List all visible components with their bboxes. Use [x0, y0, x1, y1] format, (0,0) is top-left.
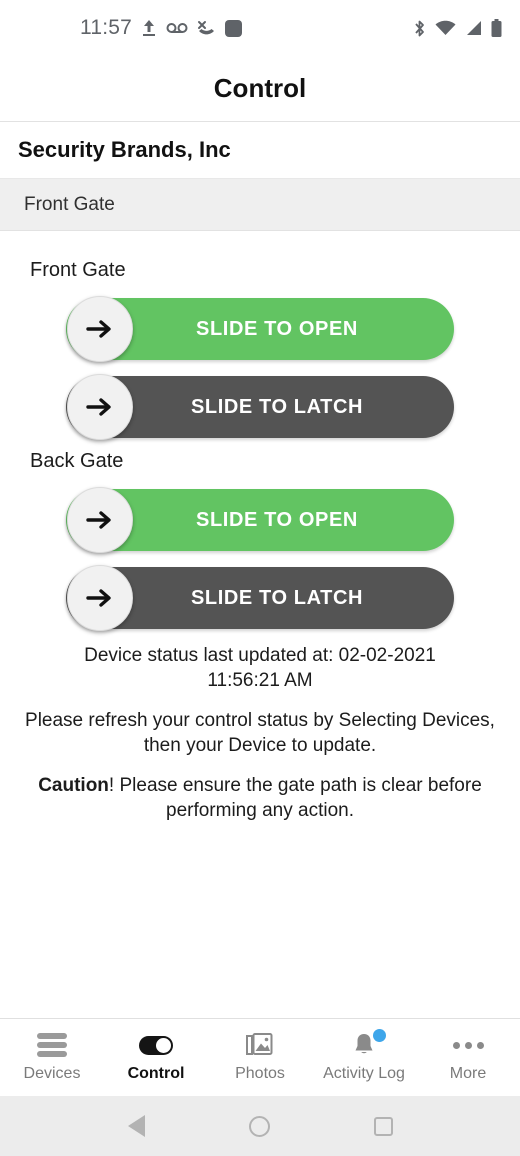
- section-band-label: Front Gate: [24, 193, 115, 215]
- refresh-note: Please refresh your control status by Se…: [25, 709, 495, 757]
- slide-to-open-back[interactable]: SLIDE TO OPEN: [66, 487, 454, 553]
- caution-note: Caution! Please ensure the gate path is …: [16, 773, 504, 824]
- android-nav-bar: [0, 1096, 520, 1156]
- slider-knob[interactable]: [67, 565, 133, 631]
- wifi-icon: [435, 20, 456, 35]
- slide-to-latch-back[interactable]: SLIDE TO LATCH: [66, 565, 454, 631]
- slider-label: SLIDE TO OPEN: [196, 317, 358, 340]
- back-triangle-icon[interactable]: [127, 1115, 145, 1137]
- company-name: Security Brands, Inc: [18, 137, 231, 162]
- status-bar-clock: 11:57: [80, 16, 132, 39]
- slider-row: SLIDE TO OPEN: [0, 296, 520, 362]
- status-updated-line-2: 11:56:21 AM: [207, 670, 313, 692]
- battery-icon: [491, 18, 502, 37]
- slider-label: SLIDE TO LATCH: [190, 586, 364, 609]
- app-title-bar: Control: [0, 56, 520, 122]
- caution-rest: ! Please ensure the gate path is clear b…: [108, 774, 482, 822]
- arrow-right-icon: [86, 320, 111, 338]
- status-bar-left: 11:57: [18, 16, 242, 40]
- tab-activity-log[interactable]: Activity Log: [312, 1019, 416, 1096]
- slider-knob[interactable]: [67, 487, 133, 553]
- tab-photos[interactable]: Photos: [208, 1019, 312, 1096]
- tab-devices[interactable]: Devices: [0, 1019, 104, 1096]
- photos-icon: [246, 1032, 274, 1058]
- missed-call-icon: [198, 21, 214, 35]
- bottom-tab-bar: Devices Control Photos Activity Log More: [0, 1018, 520, 1096]
- slider-row: SLIDE TO LATCH: [0, 565, 520, 631]
- gate-label-back: Back Gate: [30, 450, 124, 472]
- status-updated-line-1: Device status last updated at: 02-02-202…: [84, 645, 436, 666]
- upload-icon: [143, 20, 155, 36]
- recents-square-icon[interactable]: [373, 1116, 393, 1136]
- arrow-right-icon: [86, 589, 111, 607]
- cellular-signal-icon: [467, 21, 481, 35]
- notification-badge: [373, 1029, 386, 1042]
- gate-label-front: Front Gate: [30, 259, 126, 281]
- slider-row: SLIDE TO LATCH: [0, 374, 520, 440]
- section-band[interactable]: Front Gate: [0, 179, 520, 231]
- slide-to-latch-front[interactable]: SLIDE TO LATCH: [66, 374, 454, 440]
- status-bar: 11:57: [0, 0, 520, 56]
- info-section: Device status last updated at: 02-02-202…: [0, 629, 520, 824]
- app-square-icon: [225, 19, 242, 37]
- ellipsis-icon: [452, 1032, 484, 1058]
- tab-control[interactable]: Control: [104, 1019, 208, 1096]
- slider-knob[interactable]: [67, 296, 133, 362]
- stacked-bars-icon: [37, 1032, 67, 1058]
- bell-icon: [351, 1029, 386, 1058]
- slider-label: SLIDE TO OPEN: [196, 508, 358, 531]
- page-title: Control: [213, 73, 307, 103]
- caution-word: Caution: [38, 774, 109, 796]
- home-circle-icon[interactable]: [248, 1115, 270, 1137]
- tab-label: Control: [127, 1065, 185, 1082]
- tab-label: Activity Log: [323, 1065, 405, 1082]
- voicemail-icon: [166, 23, 188, 33]
- tab-label: Photos: [235, 1065, 285, 1082]
- bluetooth-icon: [415, 20, 424, 36]
- control-content: Front Gate SLIDE TO OPEN SLIDE TO LATCH …: [0, 231, 520, 1018]
- slider-row: SLIDE TO OPEN: [0, 487, 520, 553]
- slider-knob[interactable]: [67, 374, 133, 440]
- company-header: Security Brands, Inc: [0, 122, 520, 179]
- arrow-right-icon: [86, 398, 111, 416]
- arrow-right-icon: [86, 511, 111, 529]
- slide-to-open-front[interactable]: SLIDE TO OPEN: [66, 296, 454, 362]
- tab-label: Devices: [23, 1065, 81, 1082]
- status-bar-right: [413, 18, 502, 38]
- phone-screen: 11:57 Control Security Brands, Inc Front…: [0, 0, 520, 1156]
- tab-label: More: [449, 1065, 487, 1082]
- tab-more[interactable]: More: [416, 1019, 520, 1096]
- toggle-switch-icon: [139, 1032, 173, 1058]
- slider-label: SLIDE TO LATCH: [190, 395, 364, 418]
